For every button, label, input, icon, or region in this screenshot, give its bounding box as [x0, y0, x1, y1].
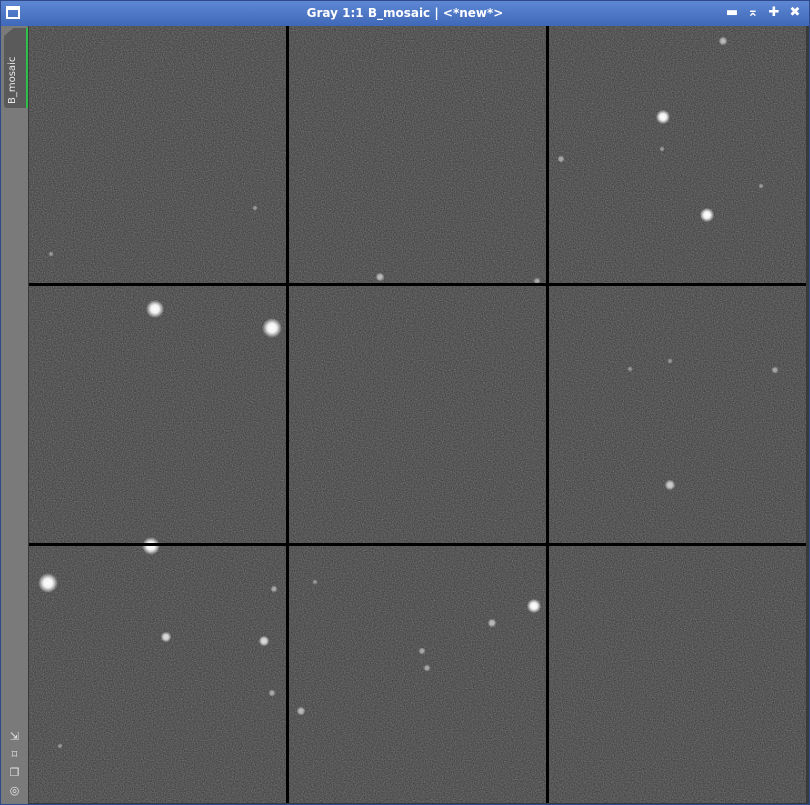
star: [667, 358, 673, 364]
sidebar-tools: ⇲ ⌑ ❐ ◎: [1, 728, 28, 800]
tile-noise: [29, 546, 286, 803]
star: [312, 579, 318, 585]
tile-noise: [549, 546, 806, 803]
image-canvas[interactable]: [29, 26, 806, 803]
target-icon[interactable]: ◎: [1, 782, 28, 800]
minimize-icon[interactable]: ▬: [723, 4, 741, 22]
title-bar[interactable]: Gray 1:1 B_mosaic | <*new*> ▬ ⌅ ✚ ✖: [1, 1, 809, 26]
star: [146, 300, 164, 318]
tile-separator-vertical: [546, 26, 549, 803]
tile-noise: [289, 286, 546, 543]
tile-separator-vertical: [286, 26, 289, 803]
maximize-icon[interactable]: ✚: [765, 4, 783, 22]
star: [57, 743, 63, 749]
tile-noise: [289, 546, 546, 803]
tile-noise: [289, 26, 546, 283]
image-window: Gray 1:1 B_mosaic | <*new*> ▬ ⌅ ✚ ✖ B_mo…: [0, 0, 810, 805]
tile-separator-horizontal: [29, 283, 806, 286]
window-title: Gray 1:1 B_mosaic | <*new*>: [306, 6, 504, 20]
star: [48, 251, 54, 257]
star: [659, 146, 665, 152]
star: [423, 664, 431, 672]
mosaic-image: [29, 26, 806, 803]
star: [664, 479, 676, 491]
star: [557, 155, 565, 163]
fit-frame-icon[interactable]: ⌑: [1, 746, 28, 764]
star: [699, 207, 715, 223]
star: [296, 706, 306, 716]
tile-separator-horizontal: [29, 543, 806, 546]
star: [771, 366, 779, 374]
view-tab-b-mosaic[interactable]: B_mosaic: [4, 26, 28, 108]
star: [655, 109, 671, 125]
star: [526, 598, 542, 614]
star: [262, 318, 282, 338]
close-icon[interactable]: ✖: [786, 4, 804, 22]
star: [268, 689, 276, 697]
star: [758, 183, 764, 189]
star: [252, 205, 258, 211]
tile-noise: [549, 286, 806, 543]
arrow-diagonal-icon[interactable]: ⇲: [1, 728, 28, 746]
tile-noise: [29, 286, 286, 543]
shade-icon[interactable]: ⌅: [744, 4, 762, 22]
star: [418, 647, 426, 655]
view-tab-label: B_mosaic: [7, 56, 18, 104]
star: [38, 573, 58, 593]
tile-noise: [549, 26, 806, 283]
star: [270, 585, 278, 593]
star: [718, 36, 728, 46]
star: [258, 635, 270, 647]
star: [160, 631, 172, 643]
star: [375, 272, 385, 282]
view-sidebar: B_mosaic ⇲ ⌑ ❐ ◎: [1, 26, 28, 804]
tile-noise: [29, 26, 286, 283]
star: [487, 618, 497, 628]
clone-windows-icon[interactable]: ❐: [1, 764, 28, 782]
star: [627, 366, 633, 372]
